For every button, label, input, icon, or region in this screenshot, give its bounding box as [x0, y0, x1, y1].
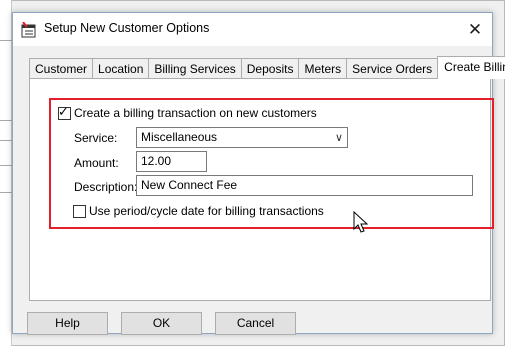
service-select[interactable]: Miscellaneous ∨	[136, 127, 348, 148]
dialog-title: Setup New Customer Options	[44, 21, 210, 35]
background-divider	[0, 192, 12, 193]
tab-strip: Customer Location Billing Services Depos…	[29, 56, 505, 79]
background-divider	[0, 40, 12, 41]
chevron-down-icon: ∨	[334, 132, 343, 144]
service-label: Service:	[74, 131, 118, 145]
create-billing-panel: ✓ Create a billing transaction on new cu…	[29, 78, 494, 301]
checkmark-icon: ✓	[58, 104, 69, 119]
background-edge	[0, 0, 12, 346]
use-period-label: Use period/cycle date for billing transa…	[89, 204, 324, 218]
amount-input[interactable]: 12.00	[136, 151, 207, 172]
background-divider	[0, 140, 12, 141]
calendar-app-icon	[21, 22, 36, 38]
tab-location[interactable]: Location	[92, 58, 150, 79]
title-bar: Setup New Customer Options ✕	[13, 13, 492, 46]
close-icon: ✕	[467, 19, 483, 39]
use-period-checkbox[interactable]	[73, 205, 86, 218]
ok-button[interactable]: OK	[121, 312, 202, 335]
cancel-button[interactable]: Cancel	[215, 312, 296, 335]
background-divider	[0, 120, 12, 121]
tab-deposits[interactable]: Deposits	[240, 58, 300, 79]
tab-customer[interactable]: Customer	[29, 58, 94, 79]
mouse-cursor-icon	[353, 211, 369, 233]
create-billing-label: Create a billing transaction on new cust…	[74, 106, 317, 120]
tab-service-orders[interactable]: Service Orders	[346, 58, 439, 79]
create-billing-checkbox[interactable]: ✓	[58, 104, 71, 120]
description-input[interactable]: New Connect Fee	[136, 175, 473, 196]
tab-billing-services[interactable]: Billing Services	[148, 58, 242, 79]
setup-new-customer-dialog: Setup New Customer Options ✕ Customer Lo…	[12, 12, 505, 335]
description-label: Description:	[74, 180, 138, 194]
amount-label: Amount:	[74, 156, 119, 170]
tab-create-billing[interactable]: Create Billing	[437, 56, 505, 79]
tab-meters[interactable]: Meters	[298, 58, 348, 79]
background-divider	[0, 165, 12, 166]
help-button[interactable]: Help	[27, 312, 108, 335]
service-value: Miscellaneous	[141, 130, 218, 144]
close-button[interactable]: ✕	[458, 13, 492, 46]
